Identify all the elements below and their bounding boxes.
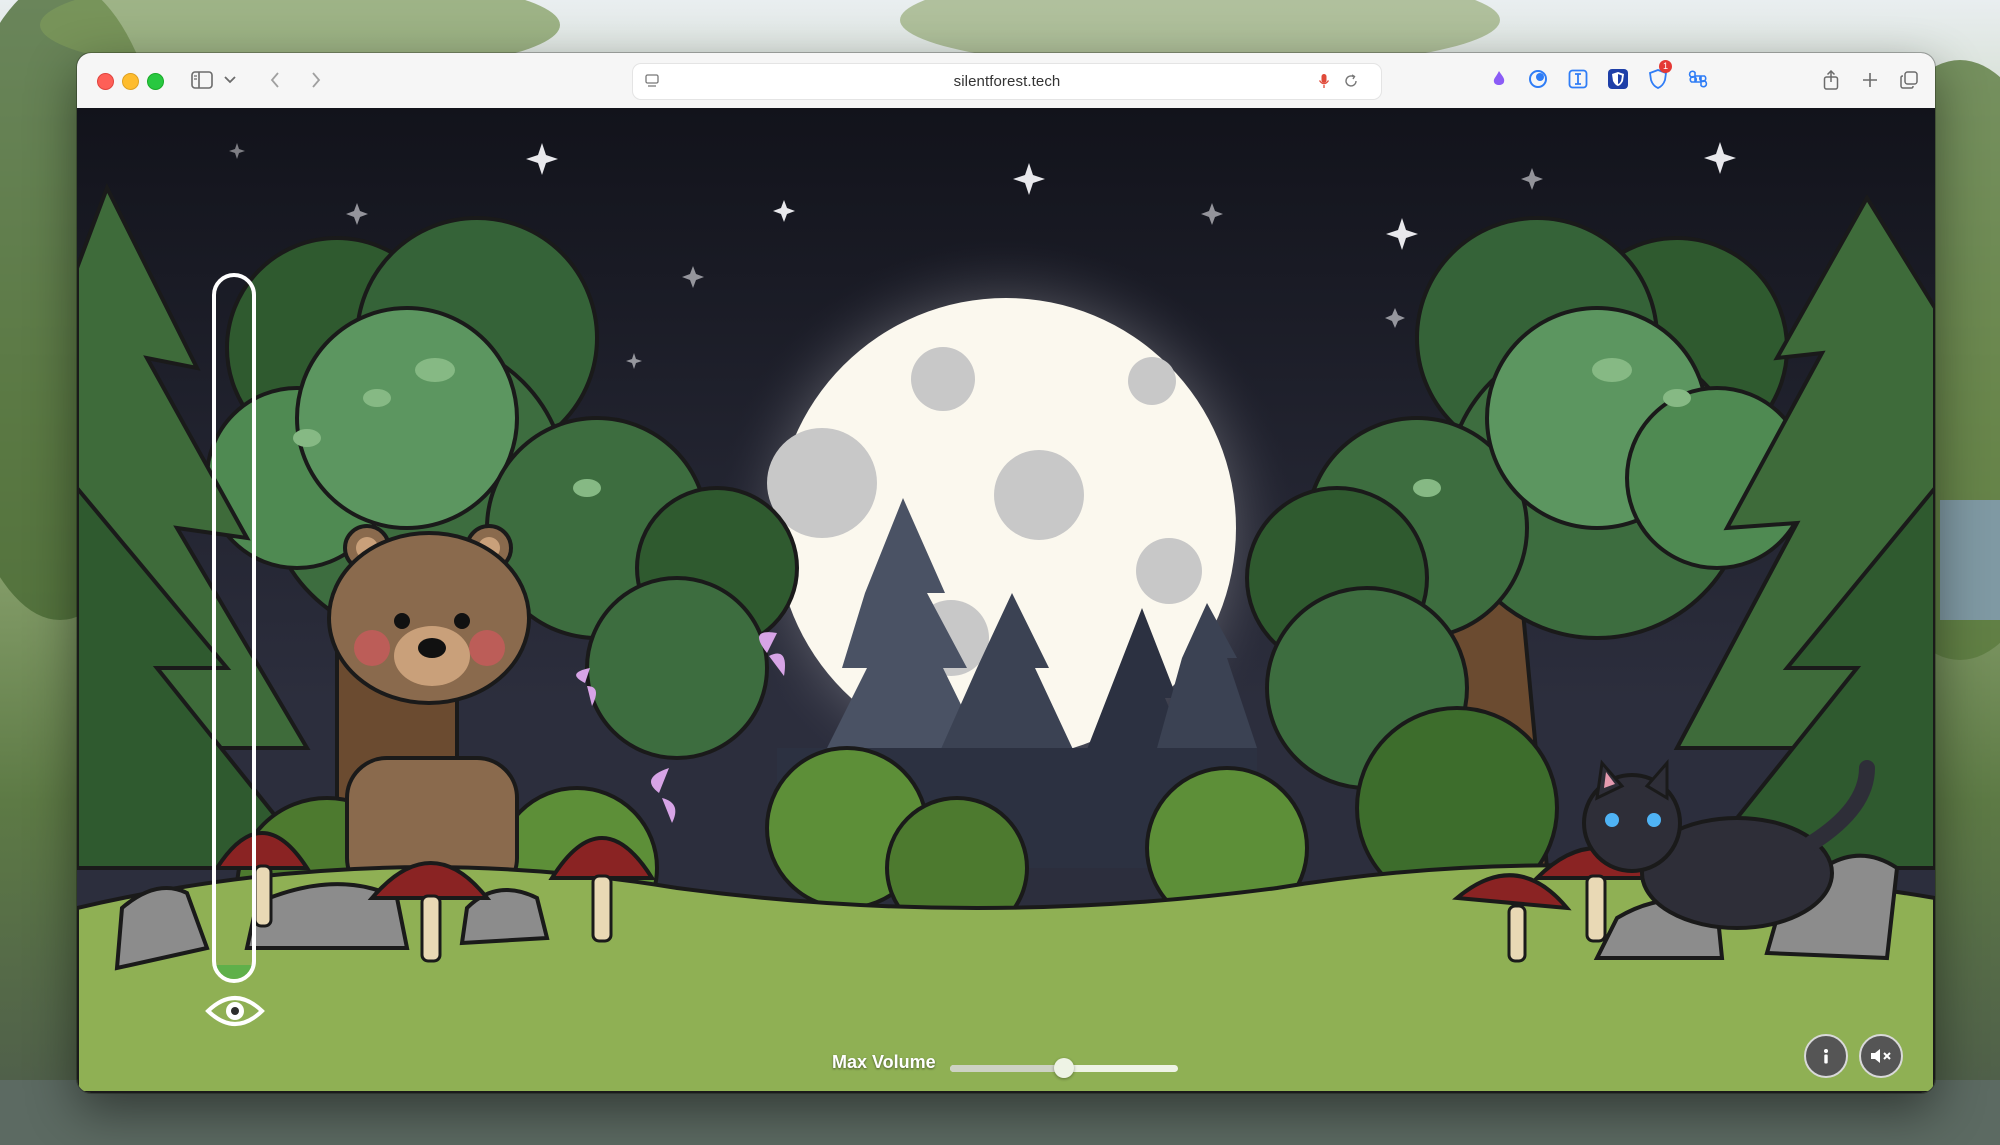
command-icon[interactable]	[1685, 66, 1711, 92]
url-text[interactable]: silentforest.tech	[633, 73, 1381, 90]
shield-icon[interactable]	[1605, 66, 1631, 92]
tabs-icon[interactable]	[1897, 65, 1921, 95]
blue-shield-icon[interactable]: 1	[1645, 60, 1672, 92]
volume-slider[interactable]	[950, 1058, 1178, 1078]
reload-icon[interactable]	[1340, 70, 1362, 92]
microphone-icon[interactable]	[1314, 70, 1334, 92]
browser-toolbar: silentforest.tech 1	[77, 53, 1935, 109]
purple-flame-icon[interactable]	[1486, 66, 1512, 92]
volume-label: Max Volume	[832, 1052, 936, 1072]
extension-badge: 1	[1659, 60, 1672, 73]
blue-moon-icon[interactable]	[1525, 66, 1551, 92]
mute-icon	[1871, 1049, 1891, 1063]
plus-icon[interactable]	[1858, 65, 1882, 95]
chevron-left-icon[interactable]	[264, 65, 286, 95]
info-button[interactable]	[1804, 1034, 1848, 1078]
chevron-down-icon[interactable]	[220, 65, 240, 95]
volume-slider-thumb[interactable]	[1054, 1058, 1074, 1078]
forest-scene	[77, 108, 1935, 1093]
noise-meter	[212, 273, 256, 983]
volume-slider-fill	[950, 1065, 1064, 1072]
close-window-button[interactable]	[97, 73, 114, 90]
info-icon	[1824, 1049, 1828, 1064]
chevron-right-icon[interactable]	[305, 65, 327, 95]
mute-button[interactable]	[1859, 1034, 1903, 1078]
eye-icon[interactable]	[205, 991, 265, 1031]
noise-meter-fill	[216, 964, 252, 979]
maximize-window-button[interactable]	[147, 73, 164, 90]
sidebar-icon[interactable]	[189, 65, 215, 95]
share-icon[interactable]	[1819, 65, 1843, 95]
text-cursor-icon[interactable]	[1565, 66, 1591, 92]
address-bar[interactable]: silentforest.tech	[632, 63, 1382, 100]
browser-window: silentforest.tech 1 Max Volume	[77, 53, 1935, 1093]
minimize-window-button[interactable]	[122, 73, 139, 90]
